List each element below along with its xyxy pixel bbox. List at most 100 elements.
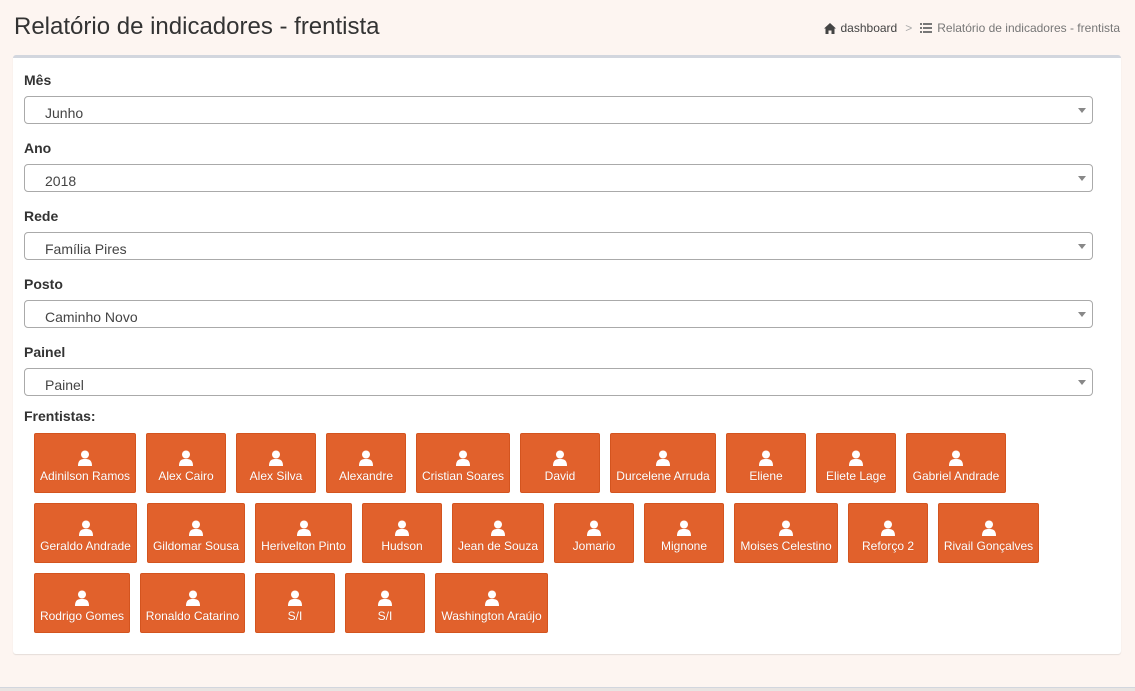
frentista-button[interactable]: Alex Silva	[236, 433, 316, 493]
frentista-name: S/I	[377, 609, 393, 623]
frentista-name: Alex Cairo	[158, 469, 214, 483]
user-icon	[75, 590, 89, 609]
frentista-button[interactable]: S/I	[255, 573, 335, 633]
user-icon	[677, 520, 691, 539]
user-icon	[981, 520, 996, 539]
frentista-button[interactable]: Herivelton Pinto	[255, 503, 352, 563]
breadcrumb-home-link[interactable]: dashboard	[823, 21, 898, 35]
breadcrumb-current-label: Relatório de indicadores - frentista	[937, 21, 1120, 35]
breadcrumb-current: Relatório de indicadores - frentista	[920, 21, 1120, 35]
frentista-button[interactable]: Ronaldo Catarino	[140, 573, 245, 633]
breadcrumb-separator: >	[905, 21, 913, 35]
painel-select[interactable]: Painel	[24, 368, 1093, 396]
frentista-button[interactable]: Gildomar Sousa	[147, 503, 245, 563]
frentista-button[interactable]: David	[520, 433, 600, 493]
frentista-button[interactable]: S/I	[345, 573, 425, 633]
breadcrumb-home-label: dashboard	[840, 21, 898, 35]
frentista-name: Mignone	[660, 539, 708, 553]
frentista-button[interactable]: Alexandre	[326, 433, 406, 493]
user-icon	[395, 520, 409, 539]
frentista-button[interactable]: Eliete Lage	[816, 433, 896, 493]
chevron-down-icon	[1078, 176, 1086, 181]
frentista-button[interactable]: Mignone	[644, 503, 724, 563]
frentista-button[interactable]: Durcelene Arruda	[610, 433, 716, 493]
posto-form-group: Posto Caminho Novo	[24, 274, 1093, 328]
frentista-name: S/I	[287, 609, 303, 623]
frentista-name: Reforço 2	[861, 539, 915, 553]
frentista-name: Herivelton Pinto	[261, 539, 346, 553]
home-icon	[823, 22, 836, 34]
user-icon	[484, 590, 499, 609]
user-icon	[296, 520, 311, 539]
frentista-button[interactable]: Geraldo Andrade	[34, 503, 137, 563]
frentista-button[interactable]: Hudson	[362, 503, 442, 563]
user-icon	[179, 450, 193, 469]
frentista-name: Adinilson Ramos	[39, 469, 131, 483]
list-icon	[920, 23, 933, 33]
frentista-name: Alex Silva	[249, 469, 303, 483]
painel-form-group: Painel Painel	[24, 342, 1093, 396]
page-header: Relatório de indicadores - frentista das…	[0, 0, 1135, 56]
user-icon	[759, 450, 773, 469]
user-icon	[288, 590, 302, 609]
user-icon	[553, 450, 567, 469]
painel-select-value: Painel	[45, 377, 84, 393]
user-icon	[949, 450, 963, 469]
frentista-name: Washington Araújo	[441, 609, 542, 623]
frentista-name: Rivail Gonçalves	[943, 539, 1034, 553]
frentista-button[interactable]: Jomario	[554, 503, 634, 563]
frentista-button[interactable]: Reforço 2	[848, 503, 928, 563]
posto-select[interactable]: Caminho Novo	[24, 300, 1093, 328]
user-icon	[78, 520, 93, 539]
user-icon	[378, 590, 392, 609]
frentista-name: Geraldo Andrade	[40, 539, 131, 553]
frentista-button[interactable]: Adinilson Ramos	[34, 433, 136, 493]
user-icon	[779, 520, 793, 539]
user-icon	[491, 520, 505, 539]
frentista-button[interactable]: Eliene	[726, 433, 806, 493]
rede-label: Rede	[24, 208, 59, 224]
frentista-name: Jean de Souza	[457, 539, 539, 553]
frentista-name: Hudson	[381, 539, 423, 553]
frentista-name: Eliete Lage	[825, 469, 887, 483]
rede-select[interactable]: Família Pires	[24, 232, 1093, 260]
page-title: Relatório de indicadores - frentista	[14, 13, 380, 40]
user-icon	[881, 520, 895, 539]
frentista-name: Gabriel Andrade	[912, 469, 1000, 483]
frentista-name: Ronaldo Catarino	[145, 609, 240, 623]
frentista-button[interactable]: Rodrigo Gomes	[34, 573, 130, 633]
user-icon	[456, 450, 470, 469]
frentista-button[interactable]: Moises Celestino	[734, 503, 838, 563]
frentista-button[interactable]: Rivail Gonçalves	[938, 503, 1039, 563]
frentista-button[interactable]: Alex Cairo	[146, 433, 226, 493]
frentista-name: Moises Celestino	[740, 539, 832, 553]
frentista-button[interactable]: Washington Araújo	[435, 573, 548, 633]
breadcrumb: dashboard > Relatório de indicadores - f…	[823, 21, 1120, 35]
user-icon	[189, 520, 203, 539]
ano-select-value: 2018	[45, 173, 77, 189]
user-icon	[269, 450, 283, 469]
chevron-down-icon	[1078, 312, 1086, 317]
frentista-name: Eliene	[749, 469, 783, 483]
ano-select[interactable]: 2018	[24, 164, 1093, 192]
user-icon	[849, 450, 863, 469]
painel-label: Painel	[24, 344, 66, 360]
mes-form-group: Mês Junho	[24, 70, 1093, 124]
frentista-button[interactable]: Gabriel Andrade	[906, 433, 1006, 493]
frentista-button[interactable]: Cristian Soares	[416, 433, 510, 493]
mes-select[interactable]: Junho	[24, 96, 1093, 124]
user-icon	[656, 450, 670, 469]
user-icon	[185, 590, 200, 609]
frentistas-label: Frentistas:	[24, 408, 96, 424]
frentista-name: Alexandre	[338, 469, 394, 483]
chevron-down-icon	[1078, 380, 1086, 385]
chevron-down-icon	[1078, 108, 1086, 113]
frentista-name: Durcelene Arruda	[616, 469, 710, 483]
rede-form-group: Rede Família Pires	[24, 206, 1093, 260]
posto-label: Posto	[24, 276, 63, 292]
frentista-button[interactable]: Jean de Souza	[452, 503, 544, 563]
frentista-name: David	[544, 469, 576, 483]
chevron-down-icon	[1078, 244, 1086, 249]
frentista-name: Gildomar Sousa	[152, 539, 240, 553]
posto-select-value: Caminho Novo	[45, 309, 138, 325]
